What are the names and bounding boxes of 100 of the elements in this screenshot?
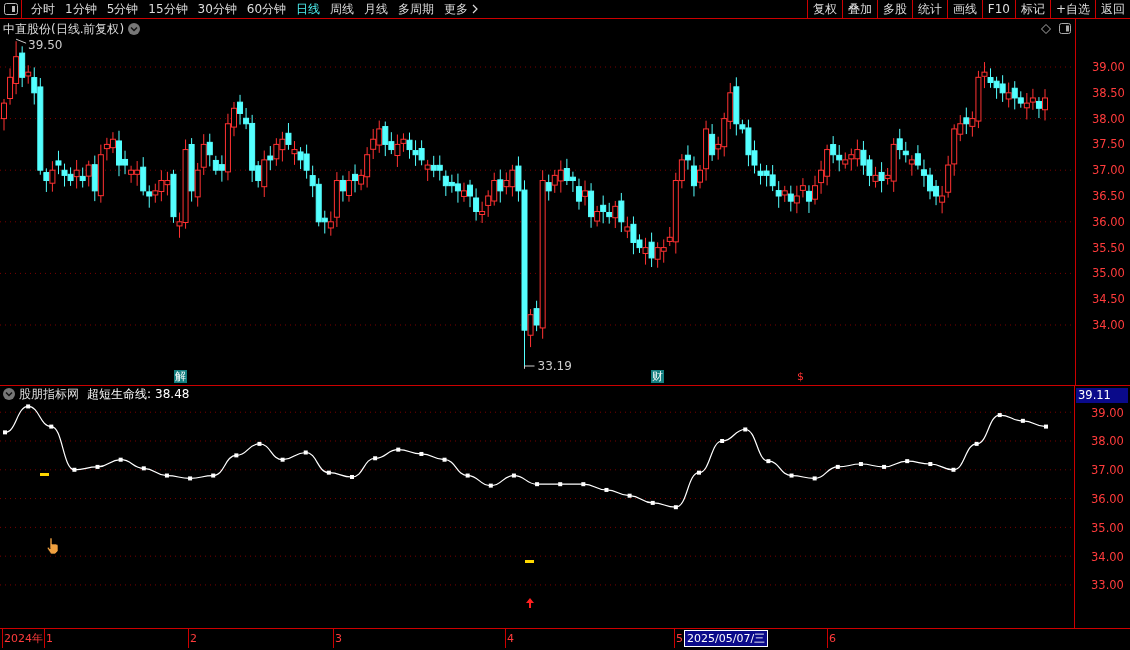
toolbar-button[interactable]: 返回	[1095, 0, 1130, 18]
data-point	[928, 462, 933, 466]
data-point	[211, 473, 216, 478]
data-point	[303, 450, 308, 455]
leader-line	[15, 38, 27, 44]
data-point	[396, 447, 401, 452]
data-point	[373, 456, 378, 461]
axis-label: 33.00	[1091, 578, 1124, 593]
data-point	[581, 482, 586, 487]
data-point	[118, 457, 123, 462]
data-point	[95, 464, 100, 469]
toolbar-button[interactable]: 叠加	[841, 0, 877, 18]
period-tab[interactable]: 月线	[359, 0, 394, 18]
panel-toggle-icon[interactable]	[1059, 23, 1071, 34]
time-label: 2	[188, 629, 197, 648]
toolbar-button[interactable]: F10	[981, 0, 1015, 18]
period-tab[interactable]: 周线	[325, 0, 360, 18]
axis-label: 35.50	[1092, 241, 1125, 254]
toolbar-button[interactable]: 标记	[1014, 0, 1050, 18]
toolbar-button[interactable]: +自选	[1049, 0, 1095, 18]
data-point	[882, 464, 887, 469]
axis-label: 35.00	[1092, 267, 1125, 280]
chart-title: 中直股份(日线.前复权)	[3, 22, 125, 36]
chevron-right-icon	[472, 4, 479, 14]
current-value-label: 39.11	[1076, 388, 1128, 403]
data-point	[141, 466, 146, 471]
toolbar-button[interactable]: 多股	[876, 0, 912, 18]
axis-label: 36.50	[1092, 190, 1125, 202]
time-label: 2025/05/07/三	[684, 630, 769, 647]
axis-label: 38.00	[1091, 434, 1124, 449]
hand-cursor-icon	[46, 537, 59, 555]
data-point	[3, 430, 7, 435]
data-point	[26, 404, 31, 409]
chevron-down-icon[interactable]	[3, 388, 15, 400]
axis-label: 38.50	[1092, 86, 1125, 99]
data-point	[812, 476, 817, 481]
price-label: 39.50	[28, 38, 63, 52]
data-point	[858, 462, 863, 466]
data-point	[257, 441, 262, 446]
period-tab[interactable]: 多周期	[393, 0, 440, 18]
period-tab[interactable]: 15分钟	[143, 0, 193, 18]
period-tab[interactable]: 1分钟	[60, 0, 102, 18]
axis-label: 38.00	[1092, 112, 1125, 125]
data-point	[465, 473, 470, 478]
data-point	[511, 473, 516, 478]
signal-mark	[40, 473, 49, 476]
leader-line	[524, 365, 535, 370]
data-point	[558, 482, 563, 487]
period-tab[interactable]: 日线	[291, 0, 326, 18]
period-tab[interactable]: 分时	[26, 0, 60, 18]
axis-label: 39.00	[1092, 61, 1125, 73]
data-point	[72, 467, 77, 472]
up-arrow-icon	[526, 598, 534, 608]
axis-label: 36.00	[1091, 492, 1124, 507]
period-tab[interactable]: 60分钟	[241, 0, 292, 18]
panel-toggle-icon[interactable]	[3, 3, 18, 15]
data-point	[488, 483, 493, 488]
data-point	[280, 457, 285, 462]
time-label: 2024年	[2, 629, 43, 648]
indicator-source: 股朋指标网	[19, 387, 79, 401]
toolbar-button[interactable]: 统计	[911, 0, 947, 18]
indicator-name: 超短生命线:	[87, 387, 152, 401]
event-tag[interactable]: 解	[174, 370, 187, 383]
data-point	[766, 459, 771, 464]
period-tab[interactable]: 5分钟	[101, 0, 144, 18]
data-point	[789, 473, 794, 478]
data-point	[188, 476, 193, 481]
time-label: 4	[505, 629, 514, 648]
event-tag[interactable]: 财	[651, 370, 664, 383]
data-point	[974, 441, 979, 446]
chevron-down-icon[interactable]	[128, 23, 141, 35]
axis-label: 39.00	[1091, 405, 1124, 420]
data-point	[326, 470, 331, 475]
more-button[interactable]: 更多	[439, 0, 484, 18]
data-point	[49, 424, 54, 429]
data-point	[951, 467, 956, 472]
data-point	[535, 482, 540, 487]
axis-label: 37.00	[1091, 463, 1124, 478]
data-point	[442, 457, 447, 462]
axis-label: 34.50	[1092, 293, 1125, 306]
axis-label: 35.00	[1091, 520, 1124, 535]
price-label: 33.19	[537, 359, 572, 373]
period-tab[interactable]: 30分钟	[192, 0, 242, 18]
toolbar-button[interactable]: 复权	[806, 0, 842, 18]
data-point	[1044, 424, 1048, 429]
data-point	[835, 464, 840, 469]
axis-label: 37.00	[1092, 164, 1125, 177]
data-point	[743, 427, 748, 432]
time-label: 6	[827, 629, 836, 648]
data-point	[350, 475, 354, 479]
toolbar-button[interactable]: 画线	[946, 0, 982, 18]
data-point	[627, 493, 632, 498]
event-symbol[interactable]: $	[797, 370, 804, 384]
data-point	[419, 451, 424, 456]
axis-label: 36.00	[1092, 215, 1125, 228]
data-point	[234, 453, 239, 458]
signal-mark	[525, 560, 534, 563]
data-point	[604, 487, 609, 492]
data-point	[164, 473, 169, 478]
diamond-icon[interactable]	[1041, 23, 1051, 34]
